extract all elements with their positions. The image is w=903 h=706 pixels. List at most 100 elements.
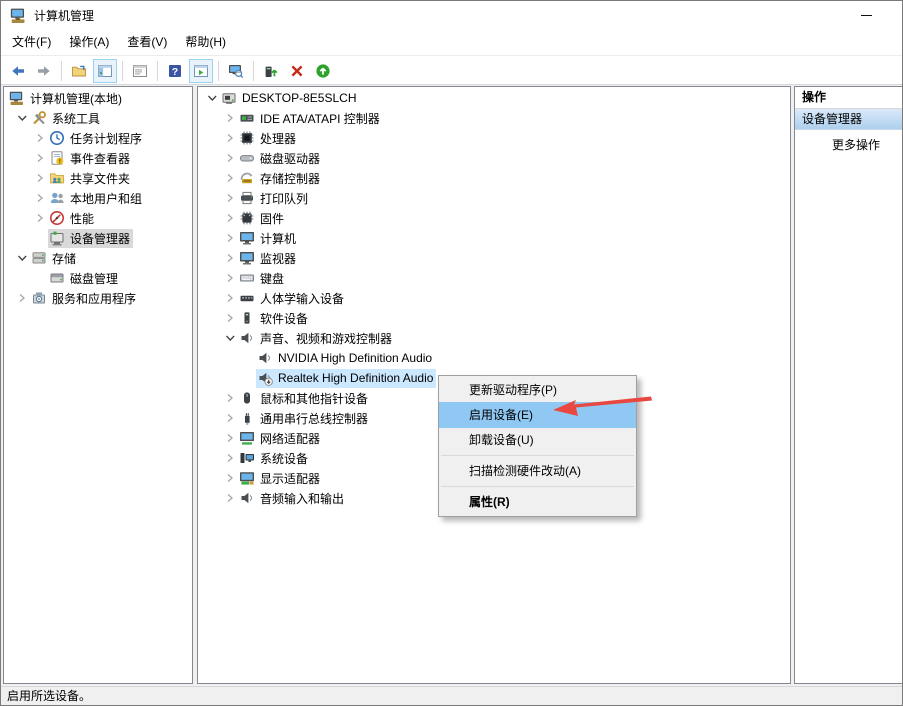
collapsed-chevron-icon[interactable]	[32, 130, 48, 146]
collapsed-chevron-icon[interactable]	[222, 430, 238, 446]
chevron-spacer	[32, 270, 48, 286]
local-users-groups-tree-item[interactable]: 本地用户和组	[4, 188, 192, 208]
desktop-node-tree-item[interactable]: DESKTOP-8E5SLCH	[198, 88, 790, 108]
collapsed-chevron-icon[interactable]	[222, 230, 238, 246]
collapsed-chevron-icon[interactable]	[222, 150, 238, 166]
tree-item-label: NVIDIA High Definition Audio	[278, 351, 432, 365]
collapsed-chevron-icon[interactable]	[222, 110, 238, 126]
system-tools-tree-item[interactable]: 系统工具	[4, 108, 192, 128]
collapsed-chevron-icon[interactable]	[222, 470, 238, 486]
shared-folder-icon	[49, 170, 65, 186]
collapsed-chevron-icon[interactable]	[222, 190, 238, 206]
task-scheduler-tree-item[interactable]: 任务计划程序	[4, 128, 192, 148]
processors-tree-item[interactable]: 处理器	[198, 128, 790, 148]
find-monitor-button[interactable]	[224, 59, 248, 83]
collapsed-chevron-icon[interactable]	[222, 210, 238, 226]
performance-tree-item[interactable]: 性能	[4, 208, 192, 228]
action-pane-toggle-button[interactable]	[189, 59, 213, 83]
forward-arrow-button[interactable]	[32, 59, 56, 83]
collapsed-chevron-icon[interactable]	[222, 390, 238, 406]
tree-item-label: Realtek High Definition Audio	[278, 371, 433, 385]
help-badge-button[interactable]: ?	[163, 59, 187, 83]
print-queues-tree-item[interactable]: 打印队列	[198, 188, 790, 208]
firmware-tree-item[interactable]: 固件	[198, 208, 790, 228]
tree-item-label: 计算机管理(本地)	[30, 90, 122, 107]
ide-controllers-tree-item[interactable]: IDE ATA/ATAPI 控制器	[198, 108, 790, 128]
software-devices-tree-item[interactable]: 软件设备	[198, 308, 790, 328]
update-driver-up-button[interactable]	[311, 59, 335, 83]
storage-tree-item[interactable]: 存储	[4, 248, 192, 268]
expanded-chevron-icon[interactable]	[204, 90, 220, 106]
collapsed-chevron-icon[interactable]	[222, 250, 238, 266]
computer-card-icon	[221, 90, 237, 106]
computer-tree-item[interactable]: 计算机	[198, 228, 790, 248]
menu-item-help[interactable]: 帮助(H)	[176, 30, 235, 55]
collapsed-chevron-icon[interactable]	[222, 450, 238, 466]
collapsed-chevron-icon[interactable]	[222, 410, 238, 426]
disk-management-tree-item[interactable]: 磁盘管理	[4, 268, 192, 288]
monitors-tree-item[interactable]: 监视器	[198, 248, 790, 268]
toolbar: ?	[1, 57, 902, 85]
keyboards-tree-item[interactable]: 键盘	[198, 268, 790, 288]
collapsed-chevron-icon[interactable]	[222, 310, 238, 326]
console-tree-toggle-button[interactable]	[93, 59, 117, 83]
minimize-button[interactable]	[844, 1, 888, 29]
tree-item-label: 人体学输入设备	[260, 290, 344, 307]
collapsed-chevron-icon[interactable]	[32, 150, 48, 166]
nvidia-hd-audio-tree-item[interactable]: NVIDIA High Definition Audio	[198, 348, 790, 368]
collapsed-chevron-icon[interactable]	[222, 130, 238, 146]
collapsed-chevron-icon[interactable]	[32, 210, 48, 226]
computer-management-local-tree-item[interactable]: 计算机管理(本地)	[4, 88, 192, 108]
expanded-chevron-icon[interactable]	[222, 330, 238, 346]
ide-card-icon	[239, 110, 255, 126]
tree-item-label: 固件	[260, 210, 284, 227]
shared-folders-tree-item[interactable]: 共享文件夹	[4, 168, 192, 188]
menu-item-view[interactable]: 查看(V)	[118, 30, 176, 55]
collapsed-chevron-icon[interactable]	[32, 190, 48, 206]
collapsed-chevron-icon[interactable]	[222, 270, 238, 286]
collapsed-chevron-icon[interactable]	[222, 170, 238, 186]
tree-item-label: 网络适配器	[260, 430, 320, 447]
tree-item-label: 系统工具	[52, 110, 100, 127]
collapsed-chevron-icon[interactable]	[14, 290, 30, 306]
back-arrow-button[interactable]	[6, 59, 30, 83]
expanded-chevron-icon[interactable]	[14, 110, 30, 126]
sound-video-game-tree-item[interactable]: 声音、视频和游戏控制器	[198, 328, 790, 348]
tree-item-content: 网络适配器	[238, 429, 323, 448]
device-manager-tree-item[interactable]: 设备管理器	[4, 228, 192, 248]
context-menu-item-uninstall-device[interactable]: 卸载设备(U)	[439, 428, 636, 452]
display-adapter-icon	[239, 470, 255, 486]
tree-item-label: 通用串行总线控制器	[260, 410, 368, 427]
export-folder-button[interactable]	[67, 59, 91, 83]
storage-controllers-tree-item[interactable]: 存储控制器	[198, 168, 790, 188]
hid-devices-tree-item[interactable]: 人体学输入设备	[198, 288, 790, 308]
tree-item-content: 事件查看器	[48, 149, 133, 168]
expanded-chevron-icon[interactable]	[14, 250, 30, 266]
action-pane-title: 操作	[795, 87, 903, 109]
tree-item-content: 通用串行总线控制器	[238, 409, 371, 428]
storage-controller-icon	[239, 170, 255, 186]
collapsed-chevron-icon[interactable]	[32, 170, 48, 186]
collapsed-chevron-icon[interactable]	[222, 490, 238, 506]
menu-item-action[interactable]: 操作(A)	[60, 30, 118, 55]
minimize-icon	[861, 15, 872, 16]
tree-item-label: 共享文件夹	[70, 170, 130, 187]
disk-drives-tree-item[interactable]: 磁盘驱动器	[198, 148, 790, 168]
disk-drive-icon	[239, 150, 255, 166]
services-applications-tree-item[interactable]: 服务和应用程序	[4, 288, 192, 308]
event-viewer-tree-item[interactable]: 事件查看器	[4, 148, 192, 168]
tree-item-label: 性能	[70, 210, 94, 227]
properties-window-button[interactable]	[128, 59, 152, 83]
context-menu-item-enable-device[interactable]: 启用设备(E)	[439, 402, 636, 428]
tree-item-label: IDE ATA/ATAPI 控制器	[260, 110, 380, 127]
action-pane-device-manager[interactable]: 设备管理器	[795, 109, 903, 130]
collapsed-chevron-icon[interactable]	[222, 290, 238, 306]
context-menu-item-update-driver[interactable]: 更新驱动程序(P)	[439, 378, 636, 402]
more-actions-button[interactable]: 更多操作	[795, 130, 903, 160]
enable-device-button[interactable]	[259, 59, 283, 83]
disable-device-x-button[interactable]	[285, 59, 309, 83]
menu-item-file[interactable]: 文件(F)	[3, 30, 60, 55]
context-menu-item-scan-hardware-changes[interactable]: 扫描检测硬件改动(A)	[439, 459, 636, 483]
context-menu-item-properties[interactable]: 属性(R)	[439, 490, 636, 514]
printer-icon	[239, 190, 255, 206]
